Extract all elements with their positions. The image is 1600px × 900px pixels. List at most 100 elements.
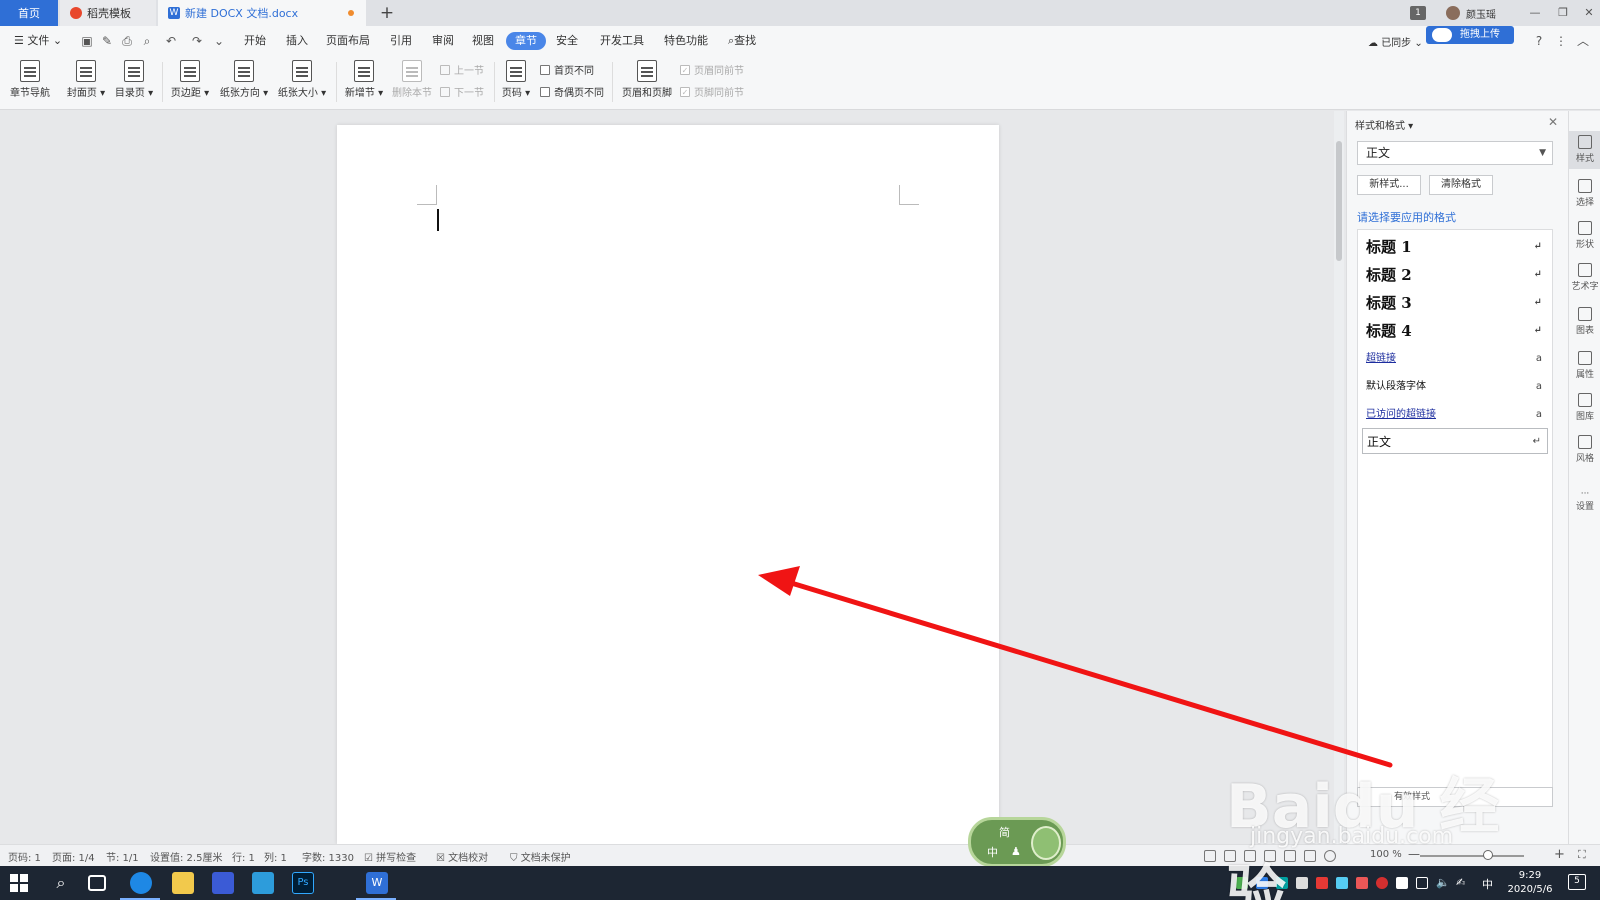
tray-app-icon[interactable] [1336, 877, 1348, 889]
style-item-default-paragraph-font[interactable]: 默认段落字体 a [1362, 374, 1548, 400]
footer-same-as-prev-checkbox[interactable]: 页脚同前节 [680, 84, 744, 99]
tab-daoke-templates[interactable]: 稻壳模板 [60, 0, 156, 26]
toc-page-button[interactable]: 目录页 ▾ [110, 58, 158, 106]
zoom-slider[interactable] [1420, 855, 1524, 857]
menu-developer-tools[interactable]: 开发工具 [596, 32, 648, 50]
zoom-slider-knob[interactable] [1483, 850, 1493, 860]
document-proof-button[interactable]: ☒ 文档校对 [436, 849, 488, 864]
tab-home[interactable]: 首页 [0, 0, 58, 26]
collapse-ribbon-icon[interactable]: ︿ [1576, 34, 1590, 48]
tray-mic-icon[interactable] [1296, 877, 1308, 889]
browser-icon[interactable] [130, 872, 152, 894]
ime-tray-indicator[interactable]: 中 [1482, 876, 1493, 892]
margin-button[interactable]: 页边距 ▾ [166, 58, 214, 106]
pen-icon[interactable]: ✍ [1456, 877, 1468, 889]
clear-format-button[interactable]: 清除格式 [1429, 175, 1493, 195]
drag-upload-button[interactable]: 拖拽上传 [1426, 26, 1514, 44]
style-item-hyperlink[interactable]: 超链接 a [1362, 346, 1548, 372]
cover-page-button[interactable]: 封面页 ▾ [62, 58, 110, 106]
notification-center-icon[interactable]: 5 [1568, 874, 1586, 890]
tray-app-icon[interactable] [1316, 877, 1328, 889]
page-number-button[interactable]: 页码 ▾ [496, 58, 536, 106]
menu-start[interactable]: 开始 [240, 32, 270, 50]
style-item-heading-1[interactable]: 标题 1 ↵ [1362, 234, 1548, 260]
scrollbar-thumb[interactable] [1336, 141, 1342, 261]
reading-mode-icon[interactable] [1224, 850, 1236, 862]
menu-view[interactable]: 视图 [468, 32, 498, 50]
style-item-heading-2[interactable]: 标题 2 ↵ [1362, 262, 1548, 288]
format-painter-icon[interactable]: ✎ [100, 34, 114, 48]
new-tab-button[interactable]: + [376, 2, 398, 24]
file-menu[interactable]: ☰ 文件 ⌄ [10, 32, 66, 50]
help-icon[interactable]: ? [1532, 34, 1546, 48]
rt-settings-button[interactable]: ··· 设置 [1569, 485, 1600, 523]
zoom-level[interactable]: 100 % [1370, 849, 1402, 860]
current-style-select[interactable]: 正文 ▼ [1357, 141, 1553, 165]
search-icon[interactable]: ⌕ [50, 872, 72, 894]
zoom-out-icon[interactable]: — [1408, 847, 1420, 861]
restore-icon[interactable]: ❐ [1554, 4, 1572, 22]
document-page[interactable] [337, 125, 999, 844]
fullscreen-icon[interactable] [1204, 850, 1216, 862]
redo-icon[interactable]: ↷ [190, 34, 204, 48]
print-preview-icon[interactable]: ⌕ [140, 34, 154, 48]
status-col[interactable]: 列: 1 [264, 849, 287, 864]
sync-status[interactable]: ☁ 已同步 ⌄ [1368, 34, 1423, 49]
status-row[interactable]: 行: 1 [232, 849, 255, 864]
status-pages[interactable]: 页面: 1/4 [52, 849, 95, 864]
search-button[interactable]: ⌕查找 [724, 32, 760, 50]
document-protect-button[interactable]: ⛉ 文档未保护 [510, 849, 571, 864]
tablet-app-icon[interactable] [252, 872, 274, 894]
vertical-scrollbar[interactable] [1334, 111, 1344, 844]
new-style-button[interactable]: 新样式... [1357, 175, 1421, 195]
rt-style-button[interactable]: 样式 [1569, 131, 1600, 169]
app-icon[interactable] [212, 872, 234, 894]
tray-app-icon[interactable] [1276, 877, 1288, 889]
close-icon[interactable]: ✕ [1580, 4, 1598, 22]
style-item-normal[interactable]: 正文 ↵ [1362, 428, 1548, 454]
wps-writer-icon[interactable]: W [366, 872, 388, 894]
style-item-visited-hyperlink[interactable]: 已访问的超链接 a [1362, 402, 1548, 428]
rt-wordart-button[interactable]: 艺术字 [1569, 259, 1600, 297]
rt-shape-button[interactable]: 形状 [1569, 217, 1600, 255]
file-explorer-icon[interactable] [172, 872, 194, 894]
customize-quick-access-icon[interactable]: ⌄ [212, 34, 226, 48]
delete-section-button[interactable]: 删除本节 [388, 58, 436, 106]
odd-even-different-checkbox[interactable]: 奇偶页不同 [540, 84, 604, 99]
status-setting[interactable]: 设置值: 2.5厘米 [150, 849, 222, 864]
rt-chart-button[interactable]: 图表 [1569, 303, 1600, 341]
windows-start-icon[interactable] [10, 874, 28, 892]
paper-size-button[interactable]: 纸张大小 ▾ [274, 58, 330, 106]
rt-gallery-button[interactable]: 图库 [1569, 389, 1600, 427]
menu-special-features[interactable]: 特色功能 [660, 32, 712, 50]
undo-icon[interactable]: ↶ [164, 34, 178, 48]
prev-section-button[interactable]: 上一节 [440, 62, 484, 77]
edit-mode-icon[interactable] [1244, 850, 1256, 862]
tray-app-icon[interactable] [1356, 877, 1368, 889]
ime-floating-widget[interactable]: 简 中 ♟ [968, 817, 1066, 867]
orientation-button[interactable]: 纸张方向 ▾ [216, 58, 272, 106]
close-pane-icon[interactable]: ✕ [1548, 115, 1558, 129]
network-icon[interactable] [1416, 877, 1428, 889]
outline-view-icon[interactable] [1284, 850, 1296, 862]
tray-nvidia-icon[interactable] [1236, 877, 1248, 889]
status-section[interactable]: 节: 1/1 [106, 849, 139, 864]
styles-pane-title[interactable]: 样式和格式 ▾ [1355, 117, 1413, 132]
rt-properties-button[interactable]: 属性 [1569, 347, 1600, 385]
page-view-icon[interactable] [1264, 850, 1276, 862]
style-item-heading-4[interactable]: 标题 4 ↵ [1362, 318, 1548, 344]
menu-page-layout[interactable]: 页面布局 [322, 32, 374, 50]
style-item-heading-3[interactable]: 标题 3 ↵ [1362, 290, 1548, 316]
tray-app-icon[interactable] [1396, 877, 1408, 889]
save-icon[interactable]: ▣ [80, 34, 94, 48]
eye-protection-icon[interactable] [1324, 850, 1336, 862]
chapter-nav-button[interactable]: 章节导航 [6, 58, 54, 106]
minimize-icon[interactable]: — [1526, 4, 1544, 22]
header-same-as-prev-checkbox[interactable]: 页眉同前节 [680, 62, 744, 77]
menu-review[interactable]: 审阅 [428, 32, 458, 50]
fit-window-icon[interactable]: ⛶ [1578, 848, 1586, 862]
menu-security[interactable]: 安全 [552, 32, 582, 50]
more-icon[interactable]: ⋮ [1554, 34, 1568, 48]
document-workspace[interactable] [0, 111, 1316, 844]
print-icon[interactable]: ⎙ [120, 34, 134, 48]
